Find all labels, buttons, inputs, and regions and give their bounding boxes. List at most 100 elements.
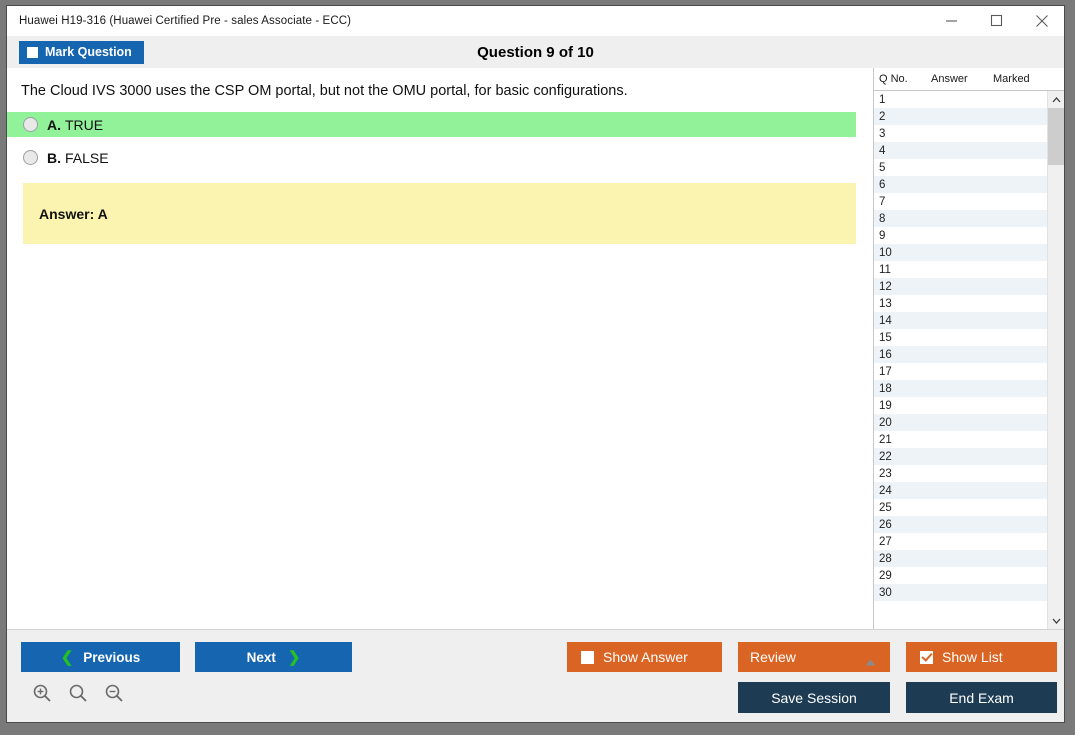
row-question-number: 4 xyxy=(879,144,886,157)
option-b-letter: B. xyxy=(47,149,61,166)
answer-box: Answer: A xyxy=(23,183,856,244)
row-question-number: 8 xyxy=(879,212,886,225)
title-bar: Huawei H19-316 (Huawei Certified Pre - s… xyxy=(7,6,1064,36)
column-header-qno: Q No. xyxy=(879,73,908,85)
row-question-number: 20 xyxy=(879,416,892,429)
table-row[interactable]: 10 xyxy=(874,244,1047,261)
review-label: Review xyxy=(750,649,796,665)
column-header-marked: Marked xyxy=(993,73,1030,85)
show-list-button[interactable]: Show List xyxy=(906,642,1057,672)
zoom-out-icon[interactable] xyxy=(101,680,127,706)
question-list-header: Q No. Answer Marked xyxy=(874,68,1064,91)
row-question-number: 6 xyxy=(879,178,886,191)
scroll-down-icon[interactable] xyxy=(1048,612,1064,629)
row-question-number: 11 xyxy=(879,263,891,276)
scroll-up-icon[interactable] xyxy=(1048,91,1064,108)
option-b-text: FALSE xyxy=(65,149,109,166)
chevron-up-icon xyxy=(865,653,876,669)
table-row[interactable]: 22 xyxy=(874,448,1047,465)
zoom-reset-icon[interactable] xyxy=(65,680,91,706)
scrollbar-thumb[interactable] xyxy=(1048,108,1064,165)
table-row[interactable]: 7 xyxy=(874,193,1047,210)
table-row[interactable]: 21 xyxy=(874,431,1047,448)
chevron-left-icon: ❮ xyxy=(60,649,74,666)
next-button[interactable]: Next ❯ xyxy=(195,642,352,672)
table-row[interactable]: 27 xyxy=(874,533,1047,550)
table-row[interactable]: 13 xyxy=(874,295,1047,312)
table-row[interactable]: 8 xyxy=(874,210,1047,227)
row-question-number: 19 xyxy=(879,399,892,412)
table-row[interactable]: 19 xyxy=(874,397,1047,414)
question-pane: The Cloud IVS 3000 uses the CSP OM porta… xyxy=(7,68,873,629)
show-answer-checkbox[interactable] xyxy=(581,650,594,664)
mark-question-checkbox[interactable] xyxy=(27,46,38,58)
table-row[interactable]: 4 xyxy=(874,142,1047,159)
window-title: Huawei H19-316 (Huawei Certified Pre - s… xyxy=(19,14,352,27)
show-answer-label: Show Answer xyxy=(603,649,688,665)
footer-toolbar: ❮ Previous Next ❯ Show Answer Review Sho… xyxy=(7,629,1064,722)
table-row[interactable]: 12 xyxy=(874,278,1047,295)
row-question-number: 5 xyxy=(879,161,886,174)
table-row[interactable]: 30 xyxy=(874,584,1047,601)
row-question-number: 15 xyxy=(879,331,892,344)
zoom-controls xyxy=(29,680,127,706)
close-icon[interactable] xyxy=(1019,6,1064,35)
table-row[interactable]: 24 xyxy=(874,482,1047,499)
previous-label: Previous xyxy=(83,649,141,665)
row-question-number: 2 xyxy=(879,110,886,123)
previous-button[interactable]: ❮ Previous xyxy=(21,642,180,672)
row-question-number: 14 xyxy=(879,314,892,327)
page-title: Question 9 of 10 xyxy=(477,43,594,61)
row-question-number: 30 xyxy=(879,586,892,599)
table-row[interactable]: 18 xyxy=(874,380,1047,397)
option-a[interactable]: A. TRUE xyxy=(7,112,856,137)
minimize-icon[interactable] xyxy=(929,6,974,35)
radio-icon[interactable] xyxy=(23,150,38,165)
row-question-number: 13 xyxy=(879,297,892,310)
table-row[interactable]: 23 xyxy=(874,465,1047,482)
save-session-button[interactable]: Save Session xyxy=(738,682,890,713)
maximize-icon[interactable] xyxy=(974,6,1019,35)
table-row[interactable]: 26 xyxy=(874,516,1047,533)
mark-question-button[interactable]: Mark Question xyxy=(19,40,144,64)
answer-label: Answer: A xyxy=(39,205,108,222)
row-question-number: 9 xyxy=(879,229,886,242)
option-b[interactable]: B. FALSE xyxy=(7,145,873,170)
table-row[interactable]: 6 xyxy=(874,176,1047,193)
row-question-number: 27 xyxy=(879,535,892,548)
window-controls xyxy=(929,6,1064,35)
table-row[interactable]: 17 xyxy=(874,363,1047,380)
screen: Huawei H19-316 (Huawei Certified Pre - s… xyxy=(0,0,1075,735)
table-row[interactable]: 14 xyxy=(874,312,1047,329)
table-row[interactable]: 1 xyxy=(874,91,1047,108)
question-list-rows[interactable]: 1 2 3 4 5 6 7 8 9 10 11 12 13 14 15 16 17 18 19 20 21 22 23 24 2… xyxy=(874,91,1047,629)
table-row[interactable]: 5 xyxy=(874,159,1047,176)
table-row[interactable]: 29 xyxy=(874,567,1047,584)
question-list-body: 1 2 3 4 5 6 7 8 9 10 11 12 13 14 15 16 17 18 19 20 21 22 23 24 2… xyxy=(874,91,1064,629)
table-row[interactable]: 11 xyxy=(874,261,1047,278)
body-area: The Cloud IVS 3000 uses the CSP OM porta… xyxy=(7,68,1064,629)
answer-options: A. TRUE B. FALSE xyxy=(7,112,873,170)
radio-icon[interactable] xyxy=(23,117,38,132)
chevron-right-icon: ❯ xyxy=(287,649,301,666)
exam-window: Huawei H19-316 (Huawei Certified Pre - s… xyxy=(6,5,1065,723)
row-question-number: 17 xyxy=(879,365,892,378)
table-row[interactable]: 15 xyxy=(874,329,1047,346)
row-question-number: 1 xyxy=(879,93,886,106)
question-list-scrollbar[interactable] xyxy=(1047,91,1064,629)
table-row[interactable]: 25 xyxy=(874,499,1047,516)
show-list-checkbox[interactable] xyxy=(920,650,933,664)
end-exam-button[interactable]: End Exam xyxy=(906,682,1057,713)
show-answer-button[interactable]: Show Answer xyxy=(567,642,722,672)
table-row[interactable]: 16 xyxy=(874,346,1047,363)
table-row[interactable]: 3 xyxy=(874,125,1047,142)
zoom-in-icon[interactable] xyxy=(29,680,55,706)
table-row[interactable]: 28 xyxy=(874,550,1047,567)
end-exam-label: End Exam xyxy=(949,689,1014,706)
table-row[interactable]: 20 xyxy=(874,414,1047,431)
review-dropdown[interactable]: Review xyxy=(738,642,890,672)
table-row[interactable]: 9 xyxy=(874,227,1047,244)
row-question-number: 26 xyxy=(879,518,892,531)
row-question-number: 22 xyxy=(879,450,892,463)
table-row[interactable]: 2 xyxy=(874,108,1047,125)
